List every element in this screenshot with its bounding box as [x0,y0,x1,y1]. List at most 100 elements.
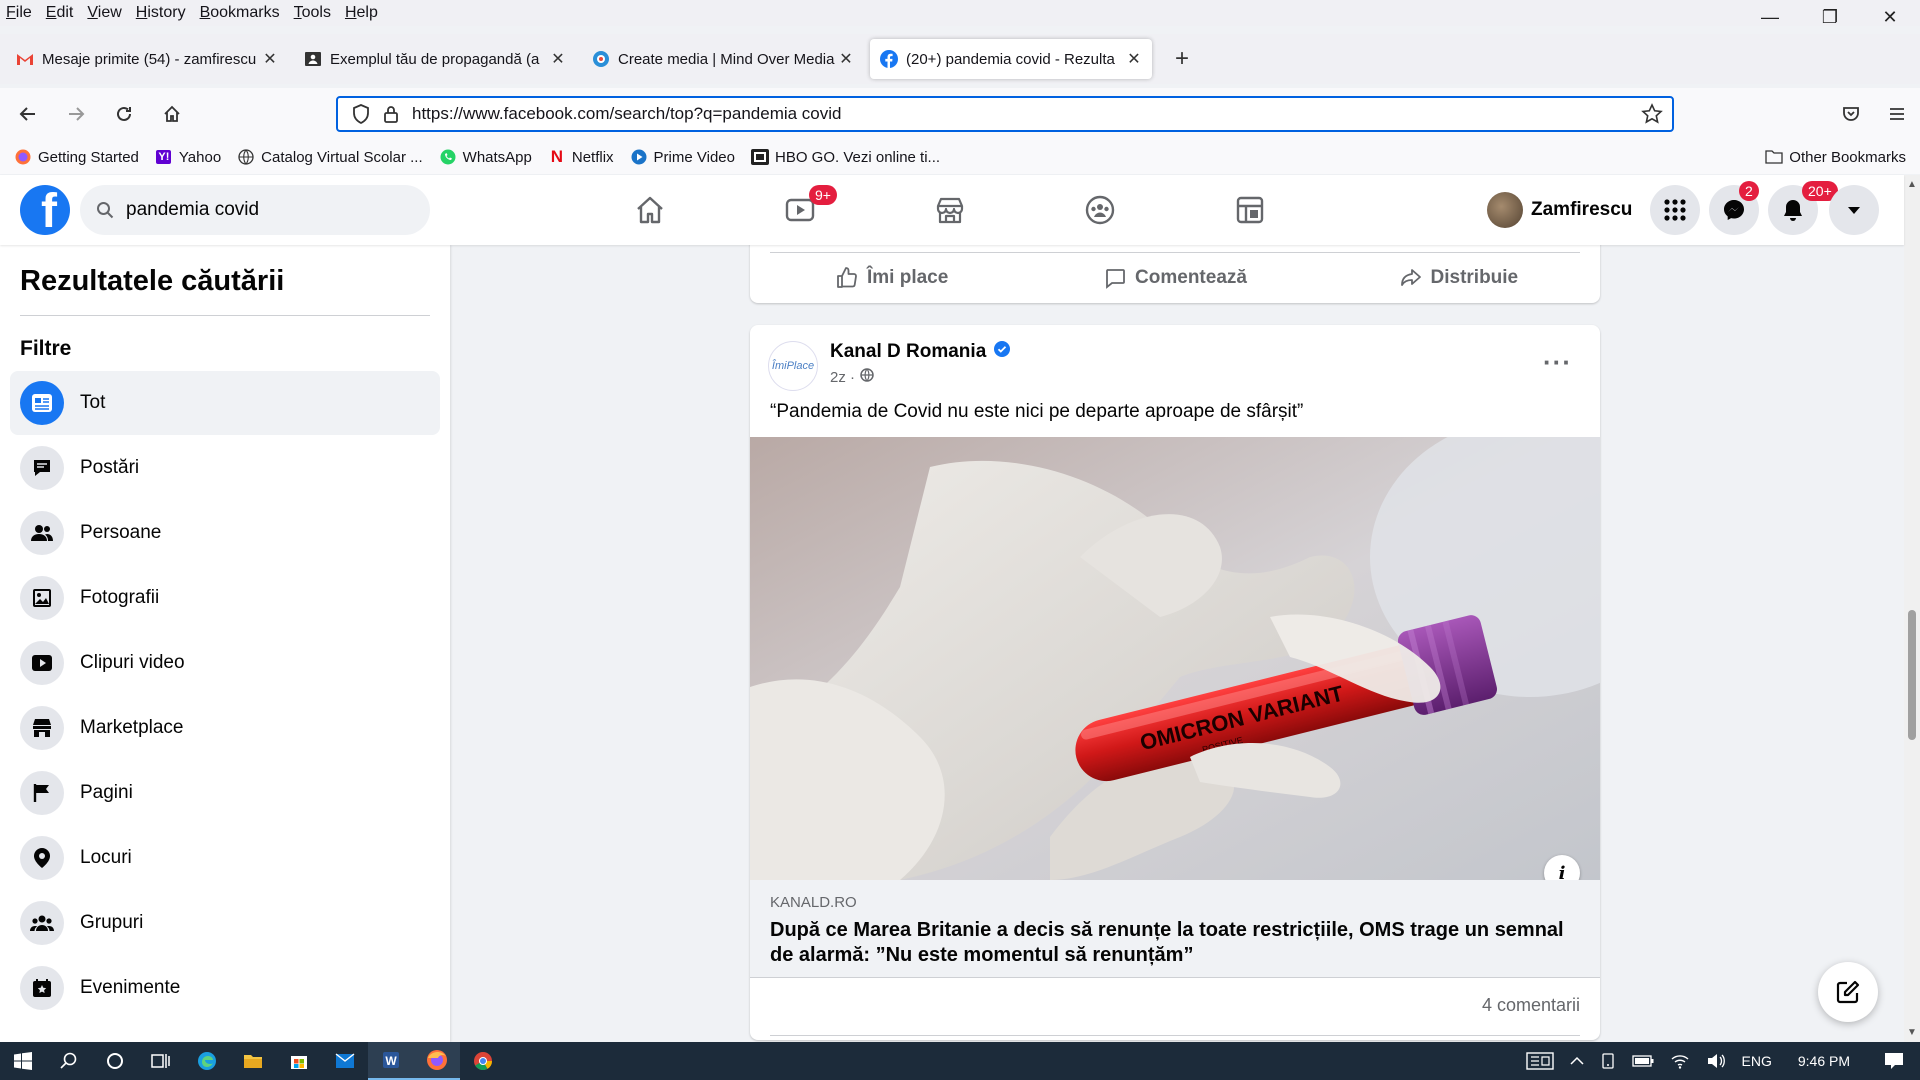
sidebar-filter-item[interactable]: Persoane [10,501,440,565]
back-icon[interactable] [8,94,48,134]
sidebar-filter-item[interactable]: Pagini [10,761,440,825]
search-value[interactable]: pandemia covid [126,199,259,221]
omicron-test-tube-image: OMICRON VARIANT POSITIVE [750,437,1600,880]
file-explorer-icon[interactable] [230,1042,276,1080]
pocket-icon[interactable] [1828,94,1874,134]
share-button[interactable]: Distribuie [1317,258,1600,298]
hamburger-menu-icon[interactable] [1874,94,1920,134]
url-bar[interactable]: https://www.facebook.com/search/top?q=pa… [336,96,1674,132]
scroll-up-icon[interactable]: ▲ [1907,179,1917,190]
taskbar-search-icon[interactable] [46,1042,92,1080]
sidebar-filter-item[interactable]: Postări [10,436,440,500]
menu-item[interactable]: Tools [287,4,338,22]
wifi-icon[interactable] [1662,1053,1698,1069]
sidebar-filter-item[interactable]: Tot [10,371,440,435]
new-tab-icon[interactable]: + [1164,41,1200,77]
edge-icon[interactable] [184,1042,230,1080]
word-icon[interactable]: W [368,1042,414,1080]
sidebar-filter-item[interactable]: Evenimente [10,956,440,1020]
store-icon[interactable] [276,1042,322,1080]
bookmark-item[interactable]: WhatsApp [439,148,532,166]
tablet-icon[interactable] [1592,1053,1624,1069]
mail-icon[interactable] [322,1042,368,1080]
new-message-icon[interactable] [1818,962,1878,1022]
link-title[interactable]: După ce Marea Britanie a decis să renunț… [770,918,1570,968]
close-tab-icon[interactable]: ✕ [550,49,566,69]
tracking-shield-icon[interactable] [346,104,376,124]
language-indicator[interactable]: ENG [1734,1053,1780,1069]
messenger-icon[interactable]: 2 [1709,181,1759,235]
facebook-search-input[interactable]: pandemia covid [80,185,430,235]
post-author-link[interactable]: Kanal D Romania [830,341,1011,363]
nav-home-icon[interactable] [595,185,705,235]
task-view-icon[interactable] [138,1042,184,1080]
menu-item[interactable]: History [129,4,193,22]
minimize-icon[interactable]: — [1740,0,1800,34]
nav-groups-icon[interactable] [1045,185,1155,235]
profile-button[interactable]: Zamfirescu [1487,192,1632,228]
bookmark-item[interactable]: Prime Video [630,148,735,166]
forward-icon[interactable] [56,94,96,134]
close-window-icon[interactable]: ✕ [1860,0,1920,34]
bookmark-item[interactable]: N Netflix [548,147,614,166]
browser-tab[interactable]: (20+) pandemia covid - Rezulta ✕ [870,39,1152,79]
bookmark-item[interactable]: HBO GO. Vezi online ti... [750,148,940,166]
volume-icon[interactable] [1698,1053,1734,1069]
nav-marketplace-icon[interactable] [895,185,1005,235]
tray-chevron-icon[interactable] [1562,1056,1592,1066]
home-icon[interactable] [152,94,192,134]
post-author[interactable]: Kanal D Romania [830,341,986,363]
close-tab-icon[interactable]: ✕ [1126,49,1142,69]
scroll-thumb[interactable] [1908,610,1916,740]
menu-item[interactable]: Edit [39,4,81,22]
url-text[interactable]: https://www.facebook.com/search/top?q=pa… [406,104,1632,124]
bookmark-star-icon[interactable] [1632,103,1672,125]
browser-tab[interactable]: Exemplul tău de propagandă (a ✕ [294,39,576,79]
menu-grid-icon[interactable] [1650,185,1700,235]
close-tab-icon[interactable]: ✕ [262,49,278,69]
menu-item[interactable]: Help [338,4,385,22]
post-options-icon[interactable]: ··· [1543,347,1572,378]
post-time[interactable]: 2z [830,369,846,386]
facebook-logo-icon[interactable]: f [20,185,70,235]
nav-watch-icon[interactable]: 9+ [745,185,855,235]
menu-item[interactable]: Bookmarks [193,4,287,22]
other-bookmarks[interactable]: Other Bookmarks [1765,140,1906,174]
page-scrollbar[interactable]: ▲ ▼ [1904,175,1920,1042]
post-timestamp[interactable]: 2z · [830,368,874,386]
bookmark-item[interactable]: Y! Yahoo [155,148,221,166]
menu-item[interactable]: File [0,4,39,22]
bookmark-item[interactable]: Catalog Virtual Scolar ... [237,148,423,166]
account-dropdown-icon[interactable] [1829,185,1879,235]
browser-tab[interactable]: Mesaje primite (54) - zamfirescu ✕ [6,39,288,79]
windows-start-icon[interactable] [0,1042,46,1080]
sidebar-filter-item[interactable]: Marketplace [10,696,440,760]
menu-item[interactable]: View [80,4,128,22]
firefox-taskbar-icon[interactable] [414,1042,460,1080]
notifications-bell-icon[interactable]: 20+ [1768,181,1838,235]
lock-icon[interactable] [376,104,406,124]
nav-gaming-icon[interactable] [1195,185,1305,235]
page-avatar[interactable]: ÎmiPlace [768,341,818,391]
browser-tab[interactable]: Create media | Mind Over Media ✕ [582,39,864,79]
close-tab-icon[interactable]: ✕ [838,49,854,69]
clock[interactable]: 9:46 PM [1780,1053,1868,1069]
restore-icon[interactable]: ❐ [1800,0,1860,34]
battery-icon[interactable] [1624,1055,1662,1067]
scroll-down-icon[interactable]: ▼ [1907,1027,1917,1038]
news-widget-icon[interactable] [1518,1051,1562,1071]
sidebar-filter-item[interactable]: Grupuri [10,891,440,955]
sidebar-filter-item[interactable]: Clipuri video [10,631,440,695]
action-center-icon[interactable] [1868,1052,1920,1070]
bookmark-item[interactable]: Getting Started [14,148,139,166]
comment-button[interactable]: Comentează [1033,258,1316,298]
chrome-icon[interactable] [460,1042,506,1080]
like-button[interactable]: Îmi place [750,258,1033,298]
post-image[interactable]: OMICRON VARIANT POSITIVE [750,437,1600,880]
link-preview[interactable]: KANALD.RO După ce Marea Britanie a decis… [750,880,1600,978]
cortana-icon[interactable] [92,1042,138,1080]
reload-icon[interactable] [104,94,144,134]
comments-count[interactable]: 4 comentarii [1482,995,1580,1016]
sidebar-filter-item[interactable]: Fotografii [10,566,440,630]
sidebar-filter-item[interactable]: Locuri [10,826,440,890]
